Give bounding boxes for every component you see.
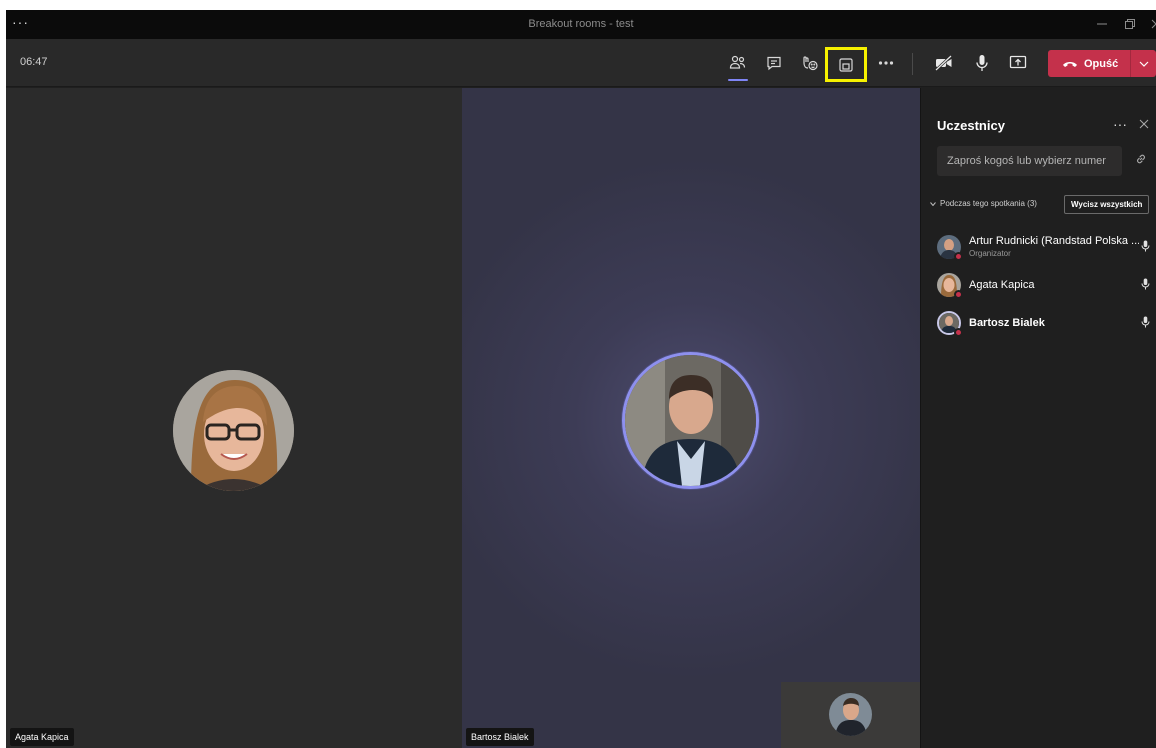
panel-title: Uczestnicy bbox=[937, 118, 1005, 133]
participant-item[interactable]: Artur Rudnicki (Randstad Polska ... Orga… bbox=[937, 231, 1155, 267]
self-avatar bbox=[829, 693, 872, 736]
reactions-icon bbox=[803, 56, 818, 71]
participant-role: Organizator bbox=[969, 249, 1011, 258]
mute-all-button[interactable]: Wycisz wszystkich bbox=[1064, 195, 1150, 214]
status-badge bbox=[954, 252, 963, 261]
microphone-icon bbox=[1141, 277, 1150, 295]
section-label: Podczas tego spotkania (3) bbox=[940, 199, 1037, 208]
breakout-rooms-button[interactable] bbox=[825, 47, 867, 82]
leave-label: Opuść bbox=[1084, 57, 1119, 70]
chevron-down-icon[interactable] bbox=[1131, 58, 1156, 70]
meeting-timer: 06:47 bbox=[20, 56, 48, 68]
camera-off-icon bbox=[935, 55, 952, 71]
leave-button[interactable]: Opuść bbox=[1048, 50, 1156, 77]
close-icon[interactable] bbox=[1142, 10, 1156, 39]
reactions-button[interactable] bbox=[796, 49, 824, 77]
share-screen-icon bbox=[1009, 55, 1027, 69]
invite-input[interactable] bbox=[937, 146, 1122, 176]
avatar bbox=[173, 370, 294, 491]
restore-icon[interactable] bbox=[1116, 10, 1144, 39]
video-tile-agata[interactable]: Agata Kapica bbox=[6, 88, 462, 748]
minimize-icon[interactable] bbox=[1088, 10, 1116, 39]
title-bar: ··· Breakout rooms - test bbox=[6, 10, 1156, 39]
more-icon bbox=[878, 61, 894, 65]
microphone-icon bbox=[1141, 315, 1150, 333]
window-title: Breakout rooms - test bbox=[528, 18, 634, 30]
teams-meeting-window: ··· Breakout rooms - test 06:47 Opuść Ag… bbox=[6, 10, 1156, 748]
participant-item[interactable]: Agata Kapica bbox=[937, 269, 1155, 305]
more-icon[interactable]: ··· bbox=[1113, 116, 1127, 132]
chevron-down-icon bbox=[930, 201, 936, 206]
tile-name-label: Agata Kapica bbox=[10, 728, 74, 746]
close-icon[interactable] bbox=[1139, 116, 1149, 132]
participant-name: Artur Rudnicki (Randstad Polska ... bbox=[969, 235, 1139, 247]
link-icon[interactable] bbox=[1135, 152, 1147, 170]
tile-name-label: Bartosz Bialek bbox=[466, 728, 534, 746]
hang-up-icon bbox=[1063, 61, 1077, 67]
microphone-icon bbox=[976, 55, 988, 71]
status-badge bbox=[954, 290, 963, 299]
meeting-toolbar: 06:47 Opuść bbox=[6, 39, 1156, 87]
toolbar-divider bbox=[912, 53, 913, 75]
section-header[interactable]: Podczas tego spotkania (3) bbox=[930, 199, 1037, 208]
participant-item[interactable]: Bartosz Bialek bbox=[937, 307, 1155, 343]
camera-toggle-button[interactable] bbox=[930, 49, 958, 77]
chat-icon bbox=[767, 56, 781, 71]
participant-name: Bartosz Bialek bbox=[969, 317, 1045, 329]
rooms-icon bbox=[839, 57, 853, 72]
video-tile-bartosz[interactable]: Bartosz Bialek bbox=[462, 88, 920, 748]
participant-name: Agata Kapica bbox=[969, 279, 1035, 291]
chat-button[interactable] bbox=[760, 49, 788, 77]
participants-panel: Uczestnicy ··· Podczas tego spotkania (3… bbox=[920, 88, 1156, 748]
share-screen-button[interactable] bbox=[1004, 49, 1032, 77]
more-actions-button[interactable] bbox=[872, 49, 900, 77]
participants-button[interactable] bbox=[724, 49, 752, 81]
avatar bbox=[622, 352, 759, 489]
self-view[interactable] bbox=[781, 682, 920, 748]
microphone-toggle-button[interactable] bbox=[968, 49, 996, 77]
participants-icon bbox=[729, 55, 746, 69]
leave-main[interactable]: Opuść bbox=[1048, 50, 1130, 77]
microphone-icon bbox=[1141, 239, 1150, 257]
status-badge bbox=[954, 328, 963, 337]
